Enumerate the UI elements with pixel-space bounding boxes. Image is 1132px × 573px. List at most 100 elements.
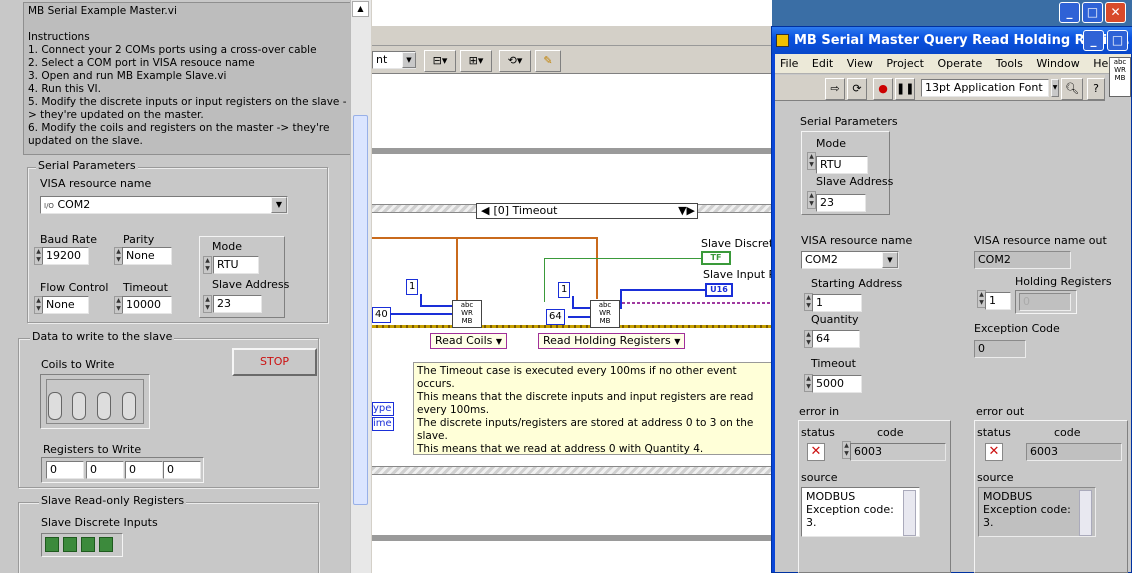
- front-panel-scrollbar[interactable]: ▲: [350, 0, 371, 573]
- discrete-led: [81, 537, 95, 552]
- run-continuously-icon[interactable]: ⟳: [847, 78, 867, 100]
- menu-operate[interactable]: Operate: [937, 57, 982, 70]
- coil-toggle[interactable]: [48, 392, 62, 420]
- search-icon[interactable]: 🔍︎: [1061, 78, 1083, 100]
- numeric-wire: [420, 305, 452, 307]
- reorder-icon[interactable]: ⟲▾: [499, 50, 531, 72]
- menu-edit[interactable]: Edit: [812, 57, 833, 70]
- visa-wire: [372, 325, 772, 328]
- abort-icon[interactable]: ●: [873, 78, 893, 100]
- slave-discrete-label: Slave Discrete Inputs: [41, 516, 158, 529]
- close-icon[interactable]: ✕: [1105, 2, 1126, 23]
- mode-field[interactable]: RTU: [213, 256, 259, 274]
- coil-toggle[interactable]: [97, 392, 111, 420]
- visa-resource-value: COM2: [57, 198, 91, 211]
- query-slave-addr-field[interactable]: 23: [816, 194, 866, 212]
- error-in-source-scrollbar[interactable]: [903, 490, 916, 536]
- timeout-field[interactable]: 10000: [122, 296, 172, 314]
- mb-read-coils-vi[interactable]: abc WR MB: [452, 300, 482, 328]
- error-wire: [372, 237, 598, 239]
- error-status-icon[interactable]: ✕: [807, 443, 825, 461]
- query-slave-addr-spinner-icon[interactable]: ▲ ▼: [807, 191, 816, 209]
- scroll-thumb[interactable]: [353, 115, 368, 505]
- baud-rate-field[interactable]: 19200: [42, 247, 89, 265]
- numeric-wire: [568, 316, 590, 318]
- menu-file[interactable]: File: [780, 57, 798, 70]
- event-case-selector[interactable]: ◀ [0] Timeout ▼▶: [476, 203, 698, 219]
- query-menubar: File Edit View Project Operate Tools Win…: [775, 54, 1131, 74]
- query-mode-field[interactable]: RTU: [816, 156, 868, 174]
- query-exception-label: Exception Code: [974, 322, 1060, 335]
- error-wire: [456, 237, 458, 303]
- error-in-code-field[interactable]: 6003: [850, 443, 946, 461]
- read-holding-selector[interactable]: Read Holding Registers ▼: [538, 333, 686, 349]
- mb-read-holding-vi[interactable]: abc WR MB: [590, 300, 620, 328]
- run-arrow-icon[interactable]: ⇨: [825, 78, 845, 100]
- register-field[interactable]: 0: [86, 461, 124, 479]
- tf-terminal[interactable]: TF: [701, 251, 731, 265]
- coil-toggle[interactable]: [72, 392, 86, 420]
- error-in-label: error in: [799, 405, 840, 418]
- numeric-wire: [572, 307, 590, 309]
- query-visa-out-label: VISA resource name out: [974, 234, 1107, 247]
- help-icon[interactable]: ?: [1087, 78, 1105, 100]
- align-objects-icon[interactable]: ⊟▾: [424, 50, 456, 72]
- dropdown-arrow-icon[interactable]: ▼: [882, 252, 898, 268]
- case-next-icon[interactable]: ▼▶: [678, 204, 695, 218]
- case-prev-icon[interactable]: ◀: [477, 204, 493, 217]
- event-type-node: ype: [372, 402, 394, 416]
- slave-address-spinner-icon[interactable]: ▲ ▼: [203, 295, 212, 313]
- mode-spinner-icon[interactable]: ▲ ▼: [203, 256, 212, 274]
- query-visa-label: VISA resource name: [801, 234, 913, 247]
- distribute-objects-icon[interactable]: ⊞▾: [460, 50, 492, 72]
- coils-to-write-label: Coils to Write: [41, 358, 115, 371]
- query-mode-spinner-icon[interactable]: ▲ ▼: [807, 152, 816, 170]
- menu-project[interactable]: Project: [886, 57, 924, 70]
- slave-address-field[interactable]: 23: [213, 295, 262, 313]
- minimize-icon[interactable]: _: [1083, 30, 1104, 51]
- query-font-selector[interactable]: 13pt Application Font: [921, 79, 1049, 97]
- register-field[interactable]: 0: [46, 461, 84, 479]
- cleanup-diagram-icon[interactable]: ✎: [535, 50, 561, 72]
- io-prefix-icon: I/O: [44, 202, 54, 210]
- constant-1[interactable]: 1: [406, 279, 419, 295]
- query-quantity-field[interactable]: 64: [812, 330, 860, 348]
- dropdown-arrow-icon[interactable]: ▼: [402, 52, 416, 68]
- coil-toggle[interactable]: [122, 392, 136, 420]
- minimize-icon[interactable]: _: [1059, 2, 1080, 23]
- dropdown-arrow-icon[interactable]: ▼: [1051, 79, 1059, 97]
- menu-view[interactable]: View: [847, 57, 873, 70]
- pause-icon[interactable]: ❚❚: [895, 78, 915, 100]
- query-timeout-field[interactable]: 5000: [812, 375, 862, 393]
- boolean-wire: [544, 258, 702, 259]
- flow-control-field[interactable]: None: [42, 296, 89, 314]
- error-out-source-scrollbar[interactable]: [1079, 490, 1092, 536]
- discrete-led: [45, 537, 59, 552]
- menu-window[interactable]: Window: [1036, 57, 1079, 70]
- scroll-up-icon[interactable]: ▲: [352, 1, 369, 17]
- constant-1[interactable]: 1: [558, 282, 571, 298]
- menu-tools[interactable]: Tools: [996, 57, 1023, 70]
- u16-terminal[interactable]: U16: [705, 283, 733, 297]
- register-field[interactable]: 0: [125, 461, 163, 479]
- slave-discrete-terminal-label: Slave Discrete: [701, 237, 772, 250]
- error-in-source-label: source: [801, 471, 838, 484]
- query-start-addr-field[interactable]: 1: [812, 294, 862, 312]
- maximize-icon[interactable]: □: [1107, 30, 1128, 51]
- constant-64[interactable]: 64: [546, 309, 565, 325]
- query-visa-out-indicator: COM2: [974, 251, 1071, 269]
- query-serial-params-title: Serial Parameters: [800, 115, 898, 128]
- stop-button[interactable]: STOP: [232, 348, 317, 376]
- parity-field[interactable]: None: [122, 247, 172, 265]
- query-holding-index-field[interactable]: 1: [985, 292, 1011, 310]
- dropdown-arrow-icon[interactable]: ▼: [271, 197, 287, 213]
- maximize-icon[interactable]: □: [1082, 2, 1103, 23]
- visa-resource-select[interactable]: I/O COM2: [40, 196, 288, 214]
- register-field[interactable]: 0: [163, 461, 201, 479]
- dropdown-arrow-icon: ▼: [495, 337, 503, 346]
- read-coils-selector[interactable]: Read Coils ▼: [430, 333, 508, 349]
- query-slave-addr-label: Slave Address: [816, 175, 894, 188]
- constant-40[interactable]: 40: [372, 307, 391, 323]
- event-time-node: ime: [372, 417, 394, 431]
- error-in-status-label: status: [801, 426, 835, 439]
